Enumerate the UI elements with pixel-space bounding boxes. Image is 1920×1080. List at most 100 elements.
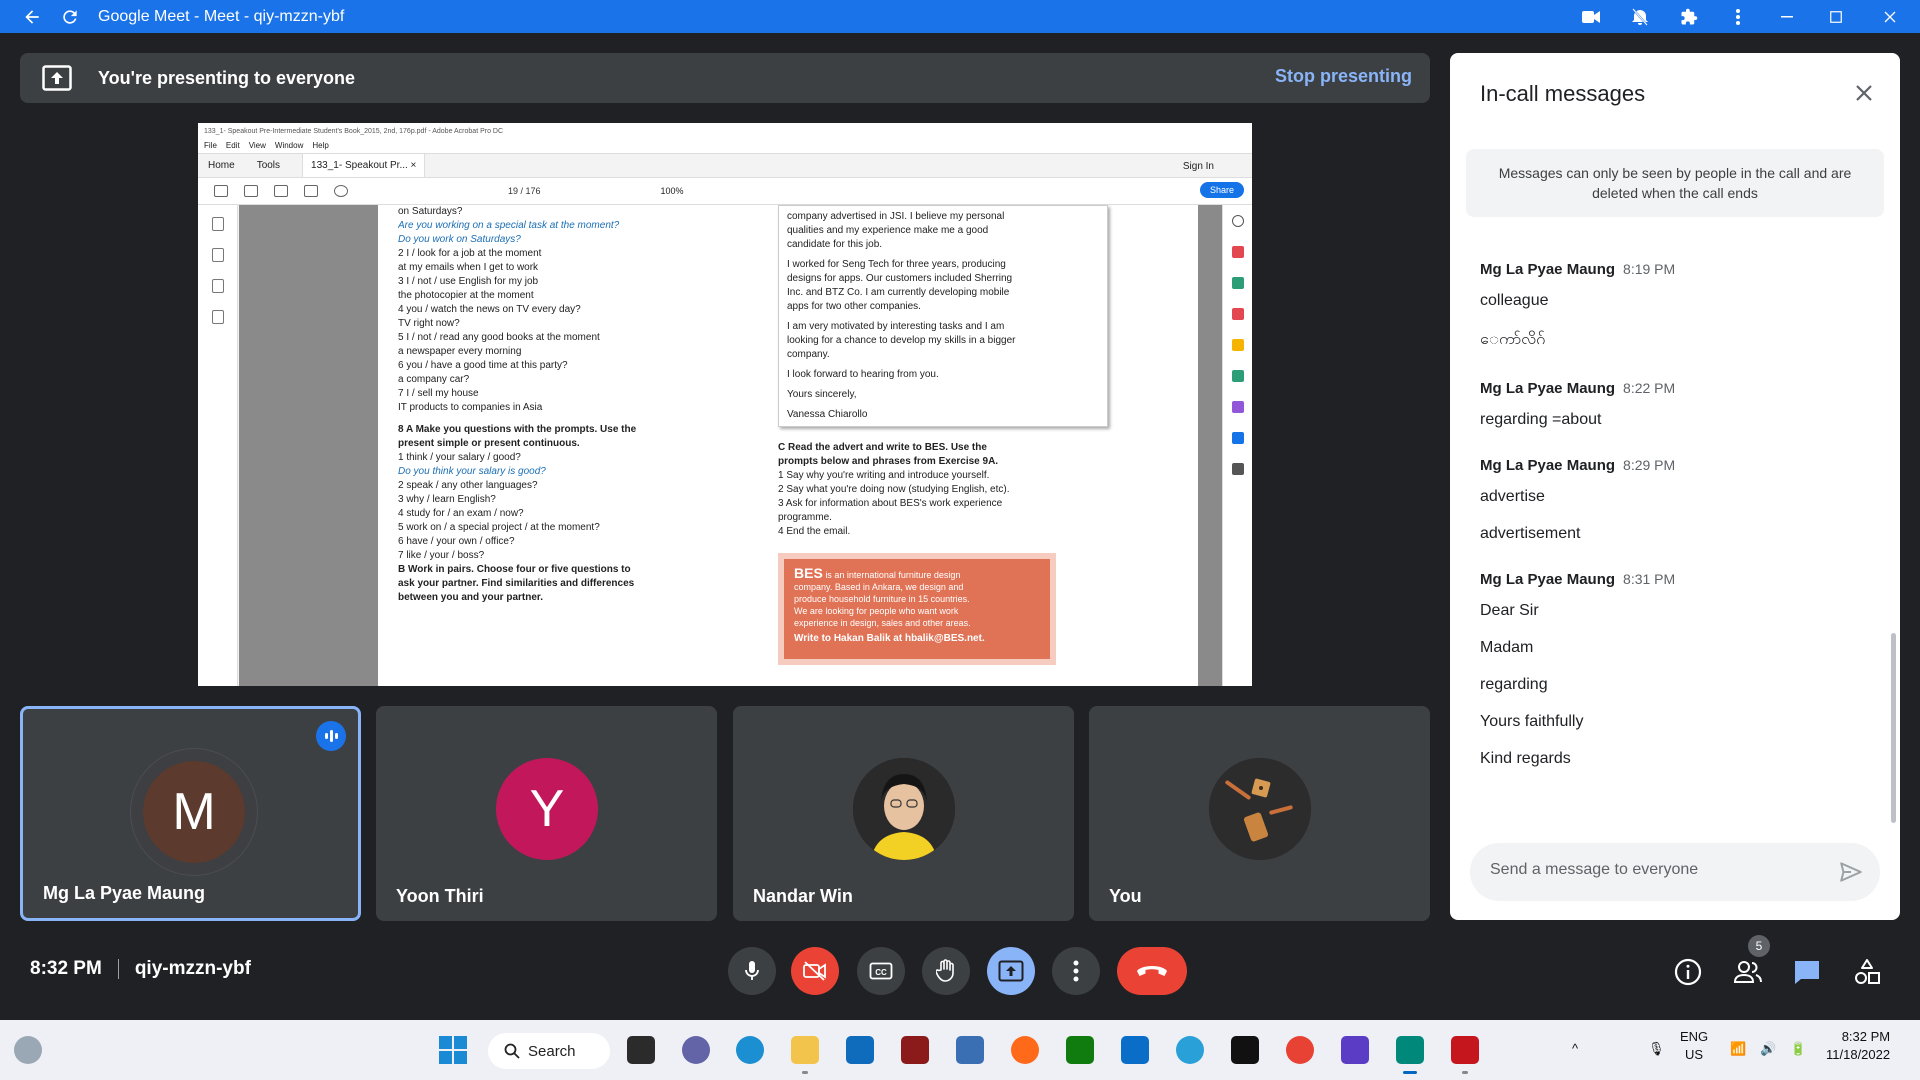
mail-icon[interactable] bbox=[846, 1036, 874, 1064]
acrobat-menu-item[interactable]: View bbox=[249, 141, 266, 153]
organize-icon[interactable] bbox=[1231, 370, 1244, 382]
chat-input[interactable]: Send a message to everyone bbox=[1470, 843, 1880, 901]
divider bbox=[117, 959, 119, 979]
print-icon[interactable] bbox=[274, 185, 288, 197]
meeting-code: qiy-mzzn-ybf bbox=[134, 958, 251, 979]
leave-call-button[interactable] bbox=[1117, 947, 1187, 995]
acrobat-sign-in[interactable]: Sign In bbox=[1183, 161, 1214, 172]
participant-tile[interactable]: M Mg La Pyae Maung bbox=[20, 706, 361, 921]
pages-icon[interactable] bbox=[211, 217, 224, 231]
message-text: Madam bbox=[1480, 639, 1534, 656]
file-explorer-icon[interactable] bbox=[791, 1036, 819, 1064]
notifications-off-icon[interactable] bbox=[1615, 0, 1664, 33]
document-line: between you and your partner. bbox=[398, 592, 544, 603]
camera-icon[interactable] bbox=[1566, 0, 1615, 33]
create-pdf-icon[interactable] bbox=[1231, 277, 1244, 289]
activities-icon[interactable] bbox=[1851, 956, 1883, 988]
acrobat-tab-document[interactable]: 133_1- Speakout Pr... × bbox=[302, 154, 426, 177]
window-title: Google Meet - Meet - qiy-mzzn-ybf bbox=[98, 7, 345, 25]
tray-mic-icon[interactable]: 🎙 bbox=[1648, 1040, 1665, 1058]
acrobat-menu-item[interactable]: Window bbox=[275, 141, 303, 153]
chat-app-icon[interactable] bbox=[682, 1036, 710, 1064]
language-indicator[interactable]: ENG US bbox=[1680, 1028, 1708, 1064]
attachment-icon[interactable] bbox=[211, 279, 224, 293]
save-icon[interactable] bbox=[214, 185, 228, 197]
acrobat-icon[interactable] bbox=[1451, 1036, 1479, 1064]
vpn-icon[interactable] bbox=[1341, 1036, 1369, 1064]
pdf-page: on Saturdays? Are you working on a specia… bbox=[378, 205, 1198, 686]
fill-sign-icon[interactable] bbox=[1231, 401, 1244, 413]
back-arrow-icon[interactable] bbox=[20, 5, 44, 29]
document-line: prompts below and phrases from Exercise … bbox=[778, 456, 999, 467]
avatar-image bbox=[1209, 758, 1311, 860]
app-icon[interactable] bbox=[901, 1036, 929, 1064]
close-icon[interactable] bbox=[1852, 81, 1876, 105]
bes-line: produce household furniture in 15 countr… bbox=[794, 594, 970, 604]
meet-icon[interactable] bbox=[1396, 1036, 1424, 1064]
start-icon[interactable] bbox=[439, 1036, 467, 1064]
acrobat-menu-item[interactable]: File bbox=[204, 141, 217, 153]
more-options-button[interactable] bbox=[1052, 947, 1100, 995]
participant-tile[interactable]: Nandar Win bbox=[733, 706, 1074, 921]
taskbar-search[interactable]: Search bbox=[488, 1033, 610, 1069]
terminal-icon[interactable] bbox=[1231, 1036, 1259, 1064]
raise-hand-button[interactable] bbox=[922, 947, 970, 995]
people-icon[interactable] bbox=[1732, 956, 1764, 988]
vscode-icon[interactable] bbox=[1121, 1036, 1149, 1064]
xbox-icon[interactable] bbox=[1066, 1036, 1094, 1064]
outlook-icon[interactable] bbox=[956, 1036, 984, 1064]
export-pdf-icon[interactable] bbox=[1231, 246, 1244, 258]
zoom-tool-icon[interactable] bbox=[1231, 215, 1244, 227]
chat-icon[interactable] bbox=[1791, 956, 1823, 988]
letter-line: I worked for Seng Tech for three years, … bbox=[787, 259, 1006, 270]
meeting-details-icon[interactable] bbox=[1672, 956, 1704, 988]
more-vert-icon[interactable] bbox=[1713, 0, 1762, 33]
chat-scrollbar[interactable] bbox=[1891, 633, 1896, 823]
upload-icon[interactable] bbox=[244, 185, 258, 197]
bookmark-icon[interactable] bbox=[211, 248, 224, 262]
microphone-button[interactable] bbox=[728, 947, 776, 995]
email-icon[interactable] bbox=[304, 185, 318, 197]
page-indicator[interactable]: 19 / 176 bbox=[508, 186, 541, 196]
camera-off-button[interactable] bbox=[791, 947, 839, 995]
volume-icon[interactable]: 🔊 bbox=[1760, 1040, 1776, 1058]
tray-chevron-icon[interactable]: ^ bbox=[1572, 1040, 1578, 1058]
chrome-icon[interactable] bbox=[1286, 1036, 1314, 1064]
reload-icon[interactable] bbox=[58, 5, 82, 29]
telegram-icon[interactable] bbox=[1176, 1036, 1204, 1064]
battery-icon[interactable]: 🔋 bbox=[1790, 1040, 1806, 1058]
document-line: at my emails when I get to work bbox=[398, 262, 539, 273]
find-icon[interactable] bbox=[334, 185, 348, 197]
message-group: Mg La Pyae Maung 8:29 PM advertise advert… bbox=[1480, 457, 1860, 543]
letter-line: qualities and my experience make me a go… bbox=[787, 225, 989, 236]
weather-icon[interactable] bbox=[14, 1036, 42, 1064]
maximize-icon[interactable] bbox=[1811, 0, 1860, 33]
edge-icon[interactable] bbox=[736, 1036, 764, 1064]
wifi-icon[interactable]: 📶 bbox=[1730, 1040, 1746, 1058]
comment-icon[interactable] bbox=[1231, 339, 1244, 351]
message-sender: Mg La Pyae Maung bbox=[1480, 457, 1616, 474]
zoom-level[interactable]: 100% bbox=[661, 186, 684, 196]
present-now-button[interactable] bbox=[987, 947, 1035, 995]
layers-icon[interactable] bbox=[211, 310, 224, 324]
send-icon[interactable] bbox=[1838, 859, 1864, 885]
participant-tile[interactable]: You bbox=[1089, 706, 1430, 921]
extensions-icon[interactable] bbox=[1664, 0, 1713, 33]
firefox-icon[interactable] bbox=[1011, 1036, 1039, 1064]
acrobat-menu-item[interactable]: Edit bbox=[226, 141, 240, 153]
edit-pdf-icon[interactable] bbox=[1231, 308, 1244, 320]
acrobat-tab-home[interactable]: Home bbox=[208, 160, 235, 171]
stop-presenting-button[interactable]: Stop presenting bbox=[1275, 66, 1412, 87]
acrobat-share-button[interactable]: Share bbox=[1199, 182, 1244, 198]
minimize-icon[interactable] bbox=[1762, 0, 1811, 33]
captions-button[interactable]: CC bbox=[857, 947, 905, 995]
clock[interactable]: 8:32 PM 11/18/2022 bbox=[1826, 1028, 1890, 1064]
document-line: ask your partner. Find similarities and … bbox=[398, 578, 635, 589]
close-window-icon[interactable] bbox=[1860, 0, 1920, 33]
acrobat-tab-tools[interactable]: Tools bbox=[257, 160, 280, 171]
more-tools-icon[interactable] bbox=[1231, 463, 1244, 475]
participant-tile[interactable]: Y Yoon Thiri bbox=[376, 706, 717, 921]
acrobat-menu-item[interactable]: Help bbox=[312, 141, 328, 153]
protect-icon[interactable] bbox=[1231, 432, 1244, 444]
task-view-icon[interactable] bbox=[627, 1036, 655, 1064]
